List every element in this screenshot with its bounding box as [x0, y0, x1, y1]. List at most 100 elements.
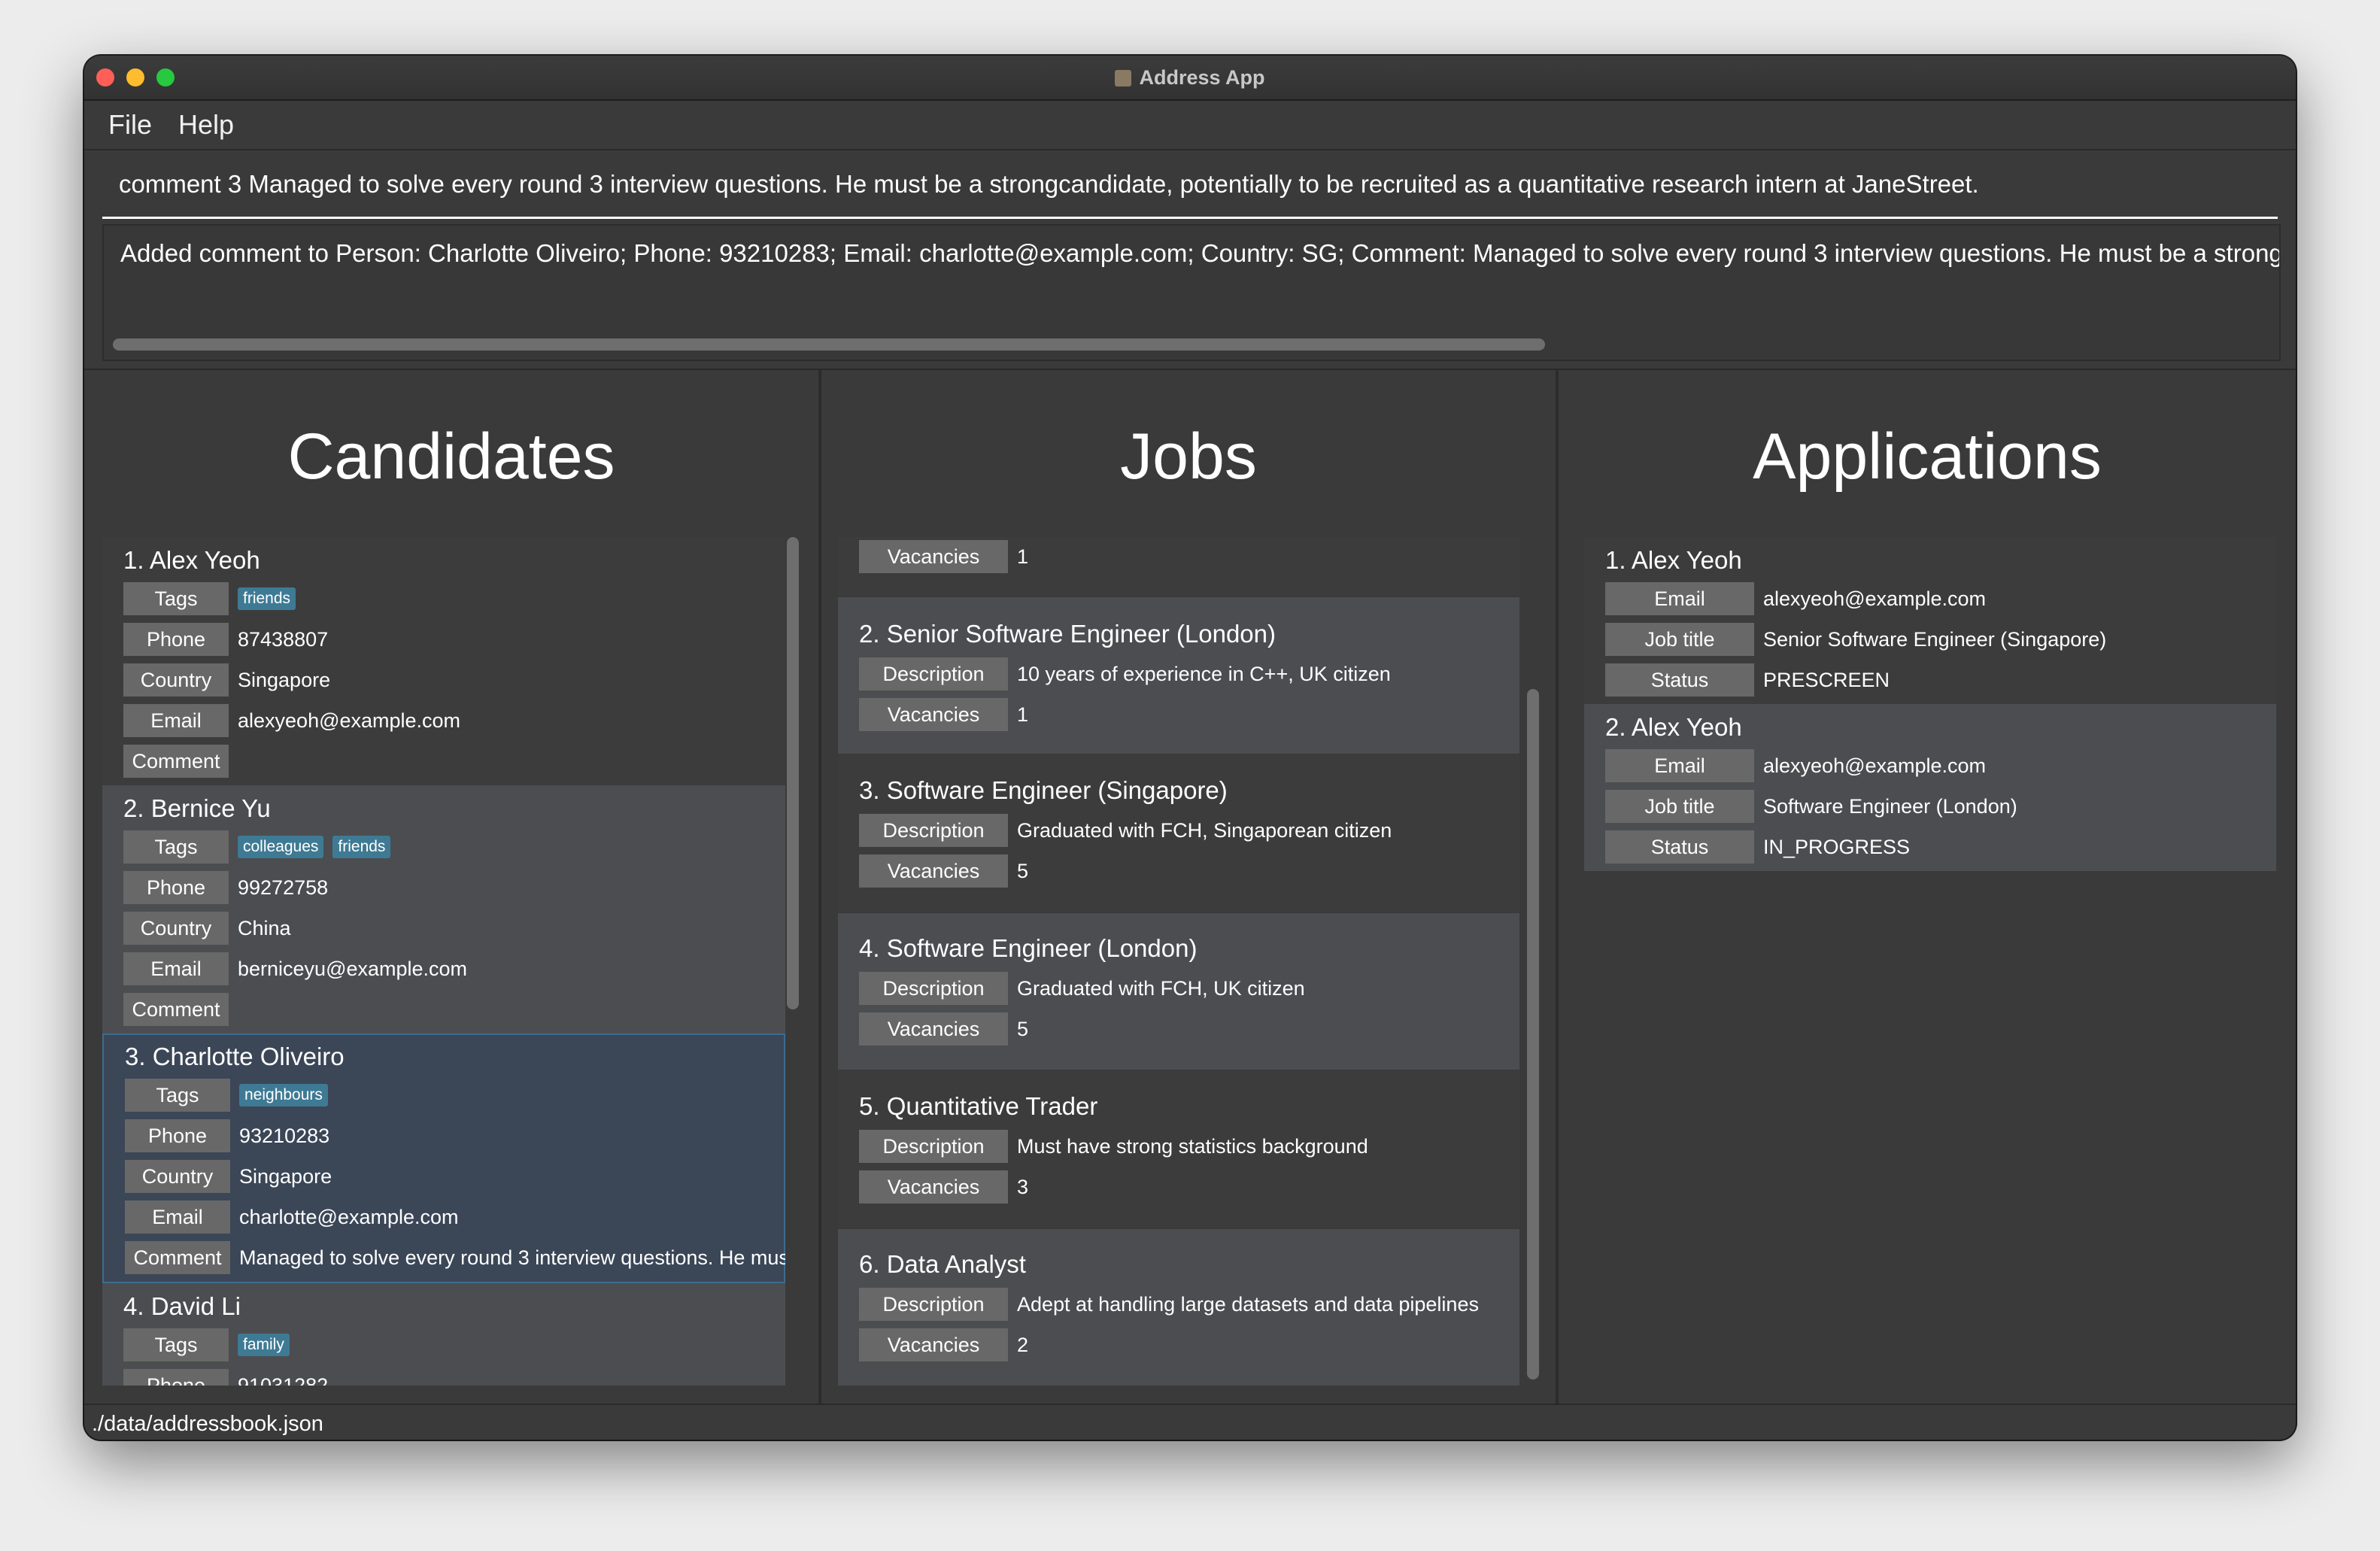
job-title-value: Senior Software Engineer (Singapore) — [1763, 628, 2107, 651]
candidate-name: 3. Charlotte Oliveiro — [125, 1043, 345, 1070]
candidate-card[interactable]: 2. Bernice Yu Tags colleagues friends Pho… — [102, 785, 785, 1033]
command-input[interactable]: comment 3 Managed to solve every round 3… — [119, 150, 1979, 217]
description-label: Description — [859, 1288, 1008, 1321]
job-card[interactable]: 3. Software Engineer (Singapore) Descrip… — [838, 755, 1519, 912]
candidate-card-selected[interactable]: 3. Charlotte Oliveiro Tags neighbours Ph… — [102, 1033, 785, 1283]
phone-value: 93210283 — [239, 1125, 330, 1147]
job-card[interactable]: 2. Senior Software Engineer (London) Des… — [838, 597, 1519, 754]
email-value: charlotte@example.com — [239, 1206, 459, 1228]
job-card[interactable]: 4. Software Engineer (London) Descriptio… — [838, 913, 1519, 1070]
vacancies-label: Vacancies — [859, 1170, 1008, 1203]
country-label: Country — [123, 663, 229, 697]
status-label: Status — [1605, 663, 1754, 697]
description-label: Description — [859, 657, 1008, 691]
application-name: 2. Alex Yeoh — [1605, 713, 1742, 741]
candidate-list[interactable]: 1. Alex Yeoh Tags friends Phone 87438807… — [102, 537, 785, 1386]
country-value: Singapore — [238, 669, 331, 691]
status-label: Status — [1605, 830, 1754, 864]
email-label: Email — [125, 1200, 230, 1234]
status-value: PRESCREEN — [1763, 669, 1890, 691]
command-box[interactable]: comment 3 Managed to solve every round 3… — [102, 150, 2278, 219]
country-value: China — [238, 917, 291, 939]
vacancies-value: 5 — [1017, 1018, 1029, 1040]
application-card[interactable]: 2. Alex Yeoh Email alexyeoh@example.com … — [1584, 704, 2276, 871]
tag: friends — [332, 835, 391, 858]
jobs-panel: Jobs Vacancies 1 2. Senior Software Engi… — [821, 370, 1559, 1405]
menu-help[interactable]: Help — [178, 101, 234, 149]
job-name: 5. Quantitative Trader — [859, 1092, 1098, 1120]
phone-value: 99272758 — [238, 876, 329, 899]
job-name: 2. Senior Software Engineer (London) — [859, 620, 1277, 648]
description-label: Description — [859, 972, 1008, 1005]
vacancies-label: Vacancies — [859, 540, 1008, 573]
email-label: Email — [123, 704, 229, 737]
description-label: Description — [859, 814, 1008, 847]
phone-label: Phone — [123, 1369, 229, 1386]
job-name: 6. Data Analyst — [859, 1250, 1026, 1278]
vacancies-value: 1 — [1017, 545, 1029, 568]
tags-label: Tags — [125, 1079, 230, 1112]
candidates-title: Candidates — [287, 420, 615, 493]
result-text: Added comment to Person: Charlotte Olive… — [120, 239, 2281, 267]
email-value: berniceyu@example.com — [238, 958, 468, 980]
job-list-scrollbar[interactable] — [1527, 689, 1539, 1380]
comment-value: Managed to solve every round 3 interview… — [239, 1246, 785, 1269]
app-window: Address App File Help comment 3 Managed … — [84, 56, 2296, 1440]
title-bar: Address App — [84, 56, 2296, 101]
comment-label: Comment — [125, 1241, 230, 1274]
vacancies-label: Vacancies — [859, 1012, 1008, 1046]
job-name: 3. Software Engineer (Singapore) — [859, 776, 1228, 804]
email-label: Email — [123, 952, 229, 985]
vacancies-value: 3 — [1017, 1176, 1029, 1198]
tag: colleagues — [238, 835, 324, 858]
tag: neighbours — [239, 1083, 328, 1106]
job-title-label: Job title — [1605, 790, 1754, 823]
phone-label: Phone — [123, 871, 229, 904]
window-title-text: Address App — [1139, 66, 1265, 89]
tags-label: Tags — [123, 582, 229, 615]
job-title-label: Job title — [1605, 623, 1754, 656]
applications-title: Applications — [1753, 420, 2102, 493]
email-value: alexyeoh@example.com — [238, 709, 461, 732]
tags-label: Tags — [123, 830, 229, 864]
application-name: 1. Alex Yeoh — [1605, 546, 1742, 574]
job-list[interactable]: Vacancies 1 2. Senior Software Engineer … — [838, 537, 1519, 1386]
candidate-name: 4. David Li — [123, 1292, 241, 1320]
job-card[interactable]: Vacancies 1 — [838, 537, 1519, 596]
candidate-card[interactable]: 4. David Li Tags family Phone 91031282 — [102, 1283, 785, 1386]
email-value: alexyeoh@example.com — [1763, 754, 1987, 777]
panels: Candidates 1. Alex Yeoh Tags friends Pho… — [84, 369, 2296, 1405]
application-list[interactable]: 1. Alex Yeoh Email alexyeoh@example.com … — [1584, 537, 2276, 1386]
menu-bar: File Help — [84, 101, 2296, 150]
window-title: Address App — [84, 56, 2296, 99]
comment-label: Comment — [123, 745, 229, 778]
status-bar: ./data/addressbook.json — [84, 1404, 2296, 1440]
phone-value: 87438807 — [238, 628, 329, 651]
tag: friends — [238, 587, 296, 610]
email-label: Email — [1605, 749, 1754, 782]
candidate-list-scrollbar[interactable] — [787, 537, 799, 1009]
description-value: Adept at handling large datasets and dat… — [1017, 1293, 1479, 1316]
vacancies-value: 5 — [1017, 860, 1029, 882]
phone-label: Phone — [125, 1119, 230, 1152]
tag: family — [238, 1333, 290, 1356]
comment-label: Comment — [123, 993, 229, 1026]
menu-file[interactable]: File — [108, 101, 152, 149]
candidates-panel: Candidates 1. Alex Yeoh Tags friends Pho… — [84, 370, 821, 1405]
country-value: Singapore — [239, 1165, 332, 1188]
description-label: Description — [859, 1130, 1008, 1163]
email-label: Email — [1605, 582, 1754, 615]
candidate-card[interactable]: 1. Alex Yeoh Tags friends Phone 87438807… — [102, 537, 785, 785]
job-title-value: Software Engineer (London) — [1763, 795, 2017, 818]
job-card[interactable]: 6. Data Analyst Description Adept at han… — [838, 1229, 1519, 1386]
country-label: Country — [123, 912, 229, 945]
candidate-name: 2. Bernice Yu — [123, 794, 271, 822]
result-horizontal-scrollbar[interactable] — [113, 338, 1545, 351]
job-card[interactable]: 5. Quantitative Trader Description Must … — [838, 1071, 1519, 1228]
vacancies-label: Vacancies — [859, 1328, 1008, 1361]
description-value: Graduated with FCH, UK citizen — [1017, 977, 1305, 1000]
job-name: 4. Software Engineer (London) — [859, 934, 1198, 962]
application-card[interactable]: 1. Alex Yeoh Email alexyeoh@example.com … — [1584, 537, 2276, 704]
status-bar-path: ./data/addressbook.json — [92, 1412, 323, 1436]
applications-panel: Applications 1. Alex Yeoh Email alexyeoh… — [1559, 370, 2296, 1405]
